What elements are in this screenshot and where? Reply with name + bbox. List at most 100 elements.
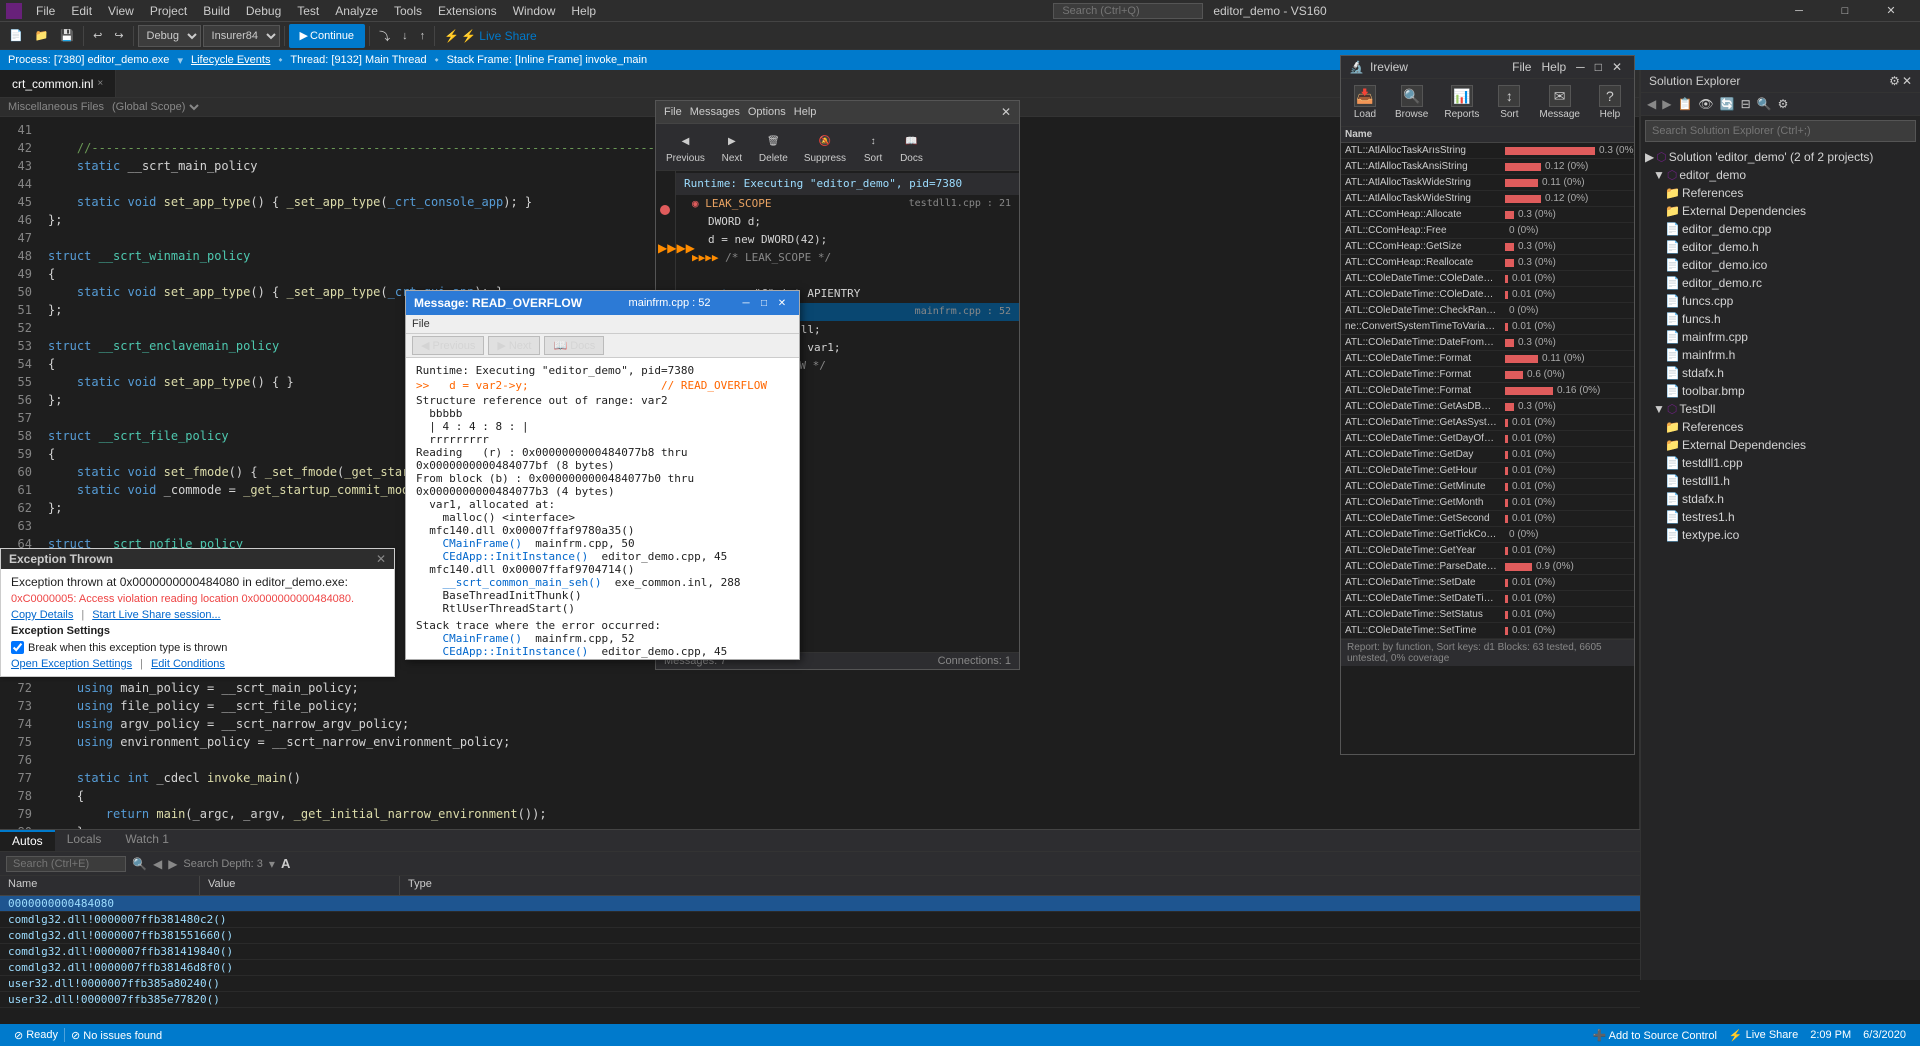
tree-toolbar-bmp[interactable]: 📄toolbar.bmp — [1641, 382, 1920, 400]
menu-analyze[interactable]: Analyze — [327, 2, 386, 20]
solution-platform-dropdown[interactable]: Insurer84 — [203, 25, 280, 47]
exc-docs-button[interactable]: 📖 Docs — [544, 336, 604, 355]
sol-refresh-icon[interactable]: 🔄 — [1718, 95, 1737, 113]
inra-prev-button[interactable]: ◀ Previous — [660, 128, 711, 166]
inra-file-menu[interactable]: File — [664, 106, 682, 118]
testdll-testdll1-cpp[interactable]: 📄testdll1.cpp — [1641, 454, 1920, 472]
menu-edit[interactable]: Edit — [63, 2, 100, 20]
close-button[interactable]: ✕ — [1868, 0, 1914, 22]
testdll-ext-deps[interactable]: 📁External Dependencies — [1641, 436, 1920, 454]
solution-explorer-search[interactable] — [1645, 120, 1916, 142]
status-add-source[interactable]: ➕ Add to Source Control — [1587, 1029, 1723, 1042]
exc-link-4[interactable]: CMainFrame() — [443, 632, 522, 645]
open-button[interactable]: 📁 — [30, 24, 54, 48]
open-settings-link[interactable]: Open Exception Settings — [11, 658, 132, 670]
inra-next-button[interactable]: ▶ Next — [715, 128, 749, 166]
undo-button[interactable]: ↩ — [88, 24, 107, 48]
copy-details-link[interactable]: Copy Details — [11, 609, 73, 621]
sol-forward-icon[interactable]: ▶ — [1660, 95, 1673, 113]
exc-thrown-close[interactable]: ✕ — [376, 552, 386, 566]
sol-filter-icon[interactable]: ⚙ — [1889, 74, 1900, 88]
menu-window[interactable]: Window — [505, 2, 564, 20]
save-button[interactable]: 💾 — [55, 24, 79, 48]
exc-link-5[interactable]: CEdApp::InitInstance() — [443, 645, 589, 658]
exc-minimize-button[interactable]: ─ — [737, 295, 755, 311]
inra-sort-button[interactable]: ↕ Sort — [856, 128, 890, 166]
tree-ext-deps[interactable]: 📁External Dependencies — [1641, 202, 1920, 220]
autos-search-input[interactable] — [6, 856, 126, 872]
tree-mainfrm-cpp[interactable]: 📄mainfrm.cpp — [1641, 328, 1920, 346]
perf-menu-help[interactable]: Help — [1537, 60, 1570, 74]
start-debug-button[interactable]: ▶ Continue — [289, 24, 366, 48]
testdll-textype-ico[interactable]: 📄textype.ico — [1641, 526, 1920, 544]
tab-close-icon[interactable]: × — [97, 78, 103, 89]
tree-stdafx-h[interactable]: 📄stdafx.h — [1641, 364, 1920, 382]
inra-help-menu[interactable]: Help — [794, 106, 817, 118]
sol-close-icon[interactable]: ✕ — [1902, 74, 1912, 88]
testdll-testres-h[interactable]: 📄testres1.h — [1641, 508, 1920, 526]
project-testdll[interactable]: ▼ ⬡ TestDll — [1641, 400, 1920, 418]
menu-help[interactable]: Help — [563, 2, 604, 20]
tree-references[interactable]: 📁References — [1641, 184, 1920, 202]
perf-close-button[interactable]: ✕ — [1608, 60, 1626, 74]
perf-browse-button[interactable]: 🔍 Browse — [1389, 83, 1434, 122]
sol-show-all-icon[interactable]: 👁 — [1696, 95, 1715, 113]
exc-link-2[interactable]: CEdApp::InitInstance() — [443, 550, 589, 563]
perf-message-button[interactable]: ✉ Message — [1533, 83, 1586, 122]
exc-maximize-button[interactable]: □ — [755, 295, 773, 311]
perf-help-button[interactable]: ? Help — [1590, 83, 1630, 122]
step-into-button[interactable]: ↓ — [397, 24, 413, 48]
search-input[interactable] — [1053, 3, 1203, 19]
edit-conditions-link[interactable]: Edit Conditions — [151, 658, 225, 670]
perf-load-button[interactable]: 📥 Load — [1345, 83, 1385, 122]
autos-depth-dropdown[interactable]: ▾ — [269, 857, 275, 871]
solution-config-dropdown[interactable]: Debug — [138, 25, 201, 47]
live-share-button[interactable]: ⚡ ⚡ Live Share — [439, 24, 542, 48]
inra-options-menu[interactable]: Options — [748, 106, 786, 118]
exc-next-button[interactable]: ▶ Next — [488, 336, 540, 355]
autos-forward-button[interactable]: ▶ — [168, 857, 177, 871]
sol-back-icon[interactable]: ◀ — [1645, 95, 1658, 113]
new-project-button[interactable]: 📄 — [4, 24, 28, 48]
testdll-references[interactable]: 📁References — [1641, 418, 1920, 436]
inra-docs-button[interactable]: 📖 Docs — [894, 128, 929, 166]
menu-debug[interactable]: Debug — [238, 2, 289, 20]
perf-maximize-button[interactable]: □ — [1591, 60, 1606, 74]
inra-close-icon[interactable]: ✕ — [1001, 105, 1011, 119]
menu-test[interactable]: Test — [289, 2, 327, 20]
editor-tab-crt[interactable]: crt_common.inl × — [0, 70, 116, 97]
exc-prev-button[interactable]: ◀ Previous — [412, 336, 484, 355]
perf-sort-button[interactable]: ↕ Sort — [1489, 83, 1529, 122]
tree-editor-demo-ico[interactable]: 📄editor_demo.ico — [1641, 256, 1920, 274]
exc-close-button[interactable]: ✕ — [773, 295, 791, 311]
exc-thrown-checkbox[interactable] — [11, 641, 24, 654]
exc-link-1[interactable]: CMainFrame() — [443, 537, 522, 550]
testdll-testdll1-h[interactable]: 📄testdll1.h — [1641, 472, 1920, 490]
step-over-button[interactable]: ⤵ — [374, 24, 395, 48]
tree-funcs-h[interactable]: 📄funcs.h — [1641, 310, 1920, 328]
minimize-button[interactable]: ─ — [1776, 0, 1822, 22]
menu-build[interactable]: Build — [195, 2, 238, 20]
tree-editor-demo-h[interactable]: 📄editor_demo.h — [1641, 238, 1920, 256]
maximize-button[interactable]: □ — [1822, 0, 1868, 22]
autos-back-button[interactable]: ◀ — [153, 857, 162, 871]
sol-collapse-icon[interactable]: ⊟ — [1739, 95, 1753, 113]
tree-editor-demo-rc[interactable]: 📄editor_demo.rc — [1641, 274, 1920, 292]
inra-messages-menu[interactable]: Messages — [690, 106, 740, 118]
tree-mainfrm-h[interactable]: 📄mainfrm.h — [1641, 346, 1920, 364]
solution-node[interactable]: ▶ ⬡ Solution 'editor_demo' (2 of 2 proje… — [1641, 148, 1920, 166]
step-out-button[interactable]: ↑ — [415, 24, 431, 48]
project-editor-demo[interactable]: ▼ ⬡ editor_demo — [1641, 166, 1920, 184]
status-live-share[interactable]: ⚡ Live Share — [1723, 1029, 1804, 1042]
tab-autos[interactable]: Autos — [0, 830, 55, 851]
sol-filter-icon2[interactable]: 🔍 — [1755, 95, 1774, 113]
sol-properties-icon[interactable]: 📋 — [1675, 95, 1694, 113]
sol-settings-icon[interactable]: ⚙ — [1776, 95, 1791, 113]
perf-minimize-button[interactable]: ─ — [1572, 60, 1589, 74]
testdll-stdafx-h[interactable]: 📄stdafx.h — [1641, 490, 1920, 508]
menu-tools[interactable]: Tools — [386, 2, 430, 20]
menu-extensions[interactable]: Extensions — [430, 2, 505, 20]
live-share-link[interactable]: Start Live Share session... — [92, 609, 220, 621]
tab-watch1[interactable]: Watch 1 — [113, 830, 181, 851]
menu-view[interactable]: View — [100, 2, 142, 20]
